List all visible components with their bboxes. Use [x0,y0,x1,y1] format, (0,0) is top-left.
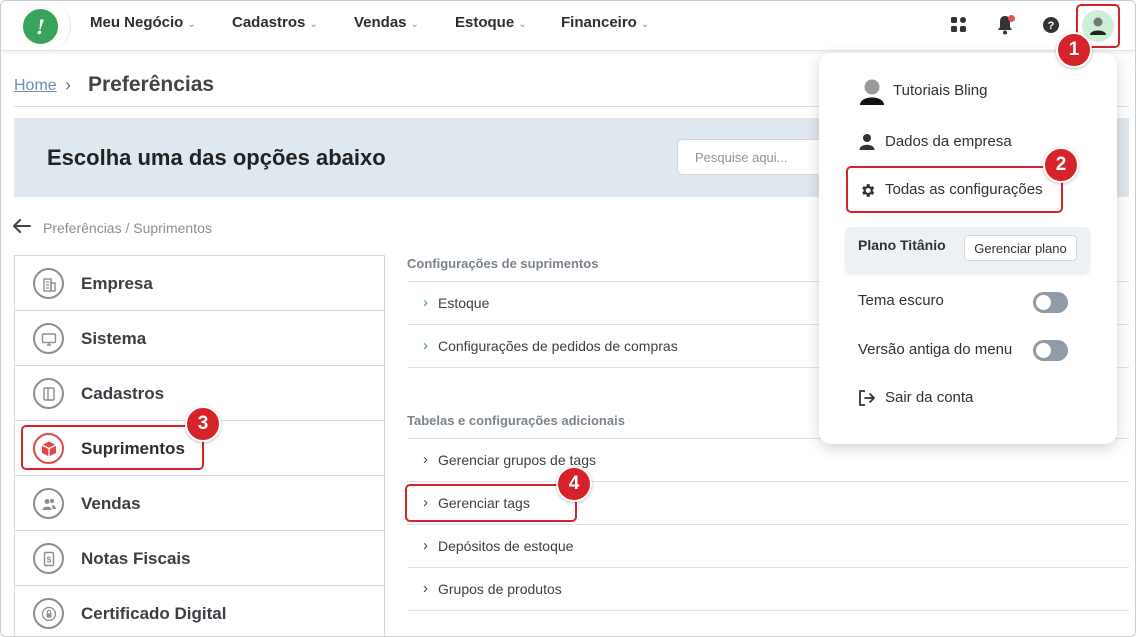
old-menu-toggle[interactable] [1033,340,1068,361]
plan-name: Plano Titânio [858,237,946,253]
section-title-suprimentos: Configurações de suprimentos [407,256,599,271]
notification-bell-icon[interactable] [993,13,1017,37]
top-navigation-bar: ! Meu Negócio ⌄ Cadastros ⌄ Vendas ⌄ Estoqu… [1,1,1135,51]
back-path-label: Preferências / Suprimentos [43,220,212,236]
nav-estoque[interactable]: Estoque ⌄ [455,14,527,31]
menu-item-dados-empresa[interactable]: Dados da empresa [885,133,1012,150]
step-badge-1: 1 [1056,32,1092,68]
dark-theme-toggle[interactable] [1033,292,1068,313]
chevron-down-icon: ⌄ [187,19,196,30]
person-icon [859,133,875,156]
nav-label: Cadastros [232,14,306,31]
bling-logo-icon[interactable]: ! [23,9,58,44]
building-icon [33,268,64,299]
divider [407,610,1129,611]
nav-financeiro[interactable]: Financeiro ⌄ [561,14,649,31]
settings-row-depositos[interactable]: › Depósitos de estoque [407,524,1129,567]
category-label: Vendas [81,494,141,513]
highlight-todas-configuracoes [846,166,1063,213]
category-empresa[interactable]: Empresa [15,256,384,311]
chevron-down-icon: ⌄ [640,19,650,30]
banner-title: Escolha uma das opções abaixo [47,145,386,170]
nav-label: Financeiro [561,14,637,31]
chevron-right-icon: › [423,294,428,311]
section-title-adicionais: Tabelas e configurações adicionais [407,413,625,428]
settings-row-grupos-produtos[interactable]: › Grupos de produtos [407,567,1129,610]
category-label: Cadastros [81,384,165,403]
help-icon[interactable]: ? [1039,13,1063,37]
users-icon [33,488,64,519]
row-label: Depósitos de estoque [438,538,574,554]
breadcrumb-home-link[interactable]: Home [14,77,57,95]
invoice-icon: $ [33,543,64,574]
toggle-knob [1036,343,1051,358]
apps-grid-icon[interactable] [947,13,971,37]
old-menu-label: Versão antiga do menu [858,341,1013,358]
lock-badge-icon [33,598,64,629]
row-label: Grupos de produtos [438,581,562,597]
chevron-down-icon: ⌄ [518,19,527,30]
category-vendas[interactable]: Vendas [15,476,384,531]
svg-text:?: ? [1048,20,1055,32]
highlight-gerenciar-tags [405,484,577,522]
dark-theme-label: Tema escuro [858,292,944,309]
chevron-right-icon: › [423,537,428,554]
manage-plan-button[interactable]: Gerenciar plano [964,235,1077,261]
category-sistema[interactable]: Sistema [15,311,384,366]
step-badge-4: 4 [556,466,592,502]
notification-dot [1008,15,1015,22]
nav-cadastros[interactable]: Cadastros ⌄ [232,14,318,31]
svg-text:$: $ [46,555,51,564]
nav-label: Meu Negócio [90,14,184,31]
user-dropdown-menu: Tutoriais Bling Dados da empresa Todas a… [819,53,1117,444]
highlight-suprimentos [21,425,204,470]
category-label: Sistema [81,329,147,348]
category-certificado-digital[interactable]: Certificado Digital [15,586,384,636]
app-window: ! Meu Negócio ⌄ Cadastros ⌄ Vendas ⌄ Estoqu… [0,0,1136,637]
nav-vendas[interactable]: Vendas ⌄ [354,14,419,31]
plan-box: Plano Titânio Gerenciar plano [845,227,1090,273]
step-badge-2: 2 [1043,147,1079,183]
logo-area: ! [1,1,71,51]
back-arrow-icon[interactable] [13,216,31,239]
category-notas-fiscais[interactable]: $ Notas Fiscais [15,531,384,586]
nav-meu-negocio[interactable]: Meu Negócio ⌄ [90,14,196,31]
nav-label: Estoque [455,14,515,31]
toggle-knob [1036,295,1051,310]
category-label: Notas Fiscais [81,549,191,568]
user-name[interactable]: Tutoriais Bling [893,82,987,99]
nav-label: Vendas [354,14,407,31]
chevron-right-icon: › [423,451,428,468]
row-label: Configurações de pedidos de compras [438,338,678,354]
row-label: Estoque [438,295,490,311]
monitor-icon [33,323,64,354]
chevron-down-icon: ⌄ [410,19,419,30]
page-title: Preferências [88,73,215,96]
category-label: Certificado Digital [81,604,227,623]
step-badge-3: 3 [185,406,221,442]
user-avatar-icon [859,78,885,111]
category-label: Empresa [81,274,153,293]
chevron-right-icon: › [423,337,428,354]
chevron-right-icon: › [423,580,428,597]
logout-icon [858,389,876,412]
book-icon [33,378,64,409]
settings-row-grupos-tags[interactable]: › Gerenciar grupos de tags [407,438,1129,481]
chevron-down-icon: ⌄ [309,19,318,30]
chevron-right-icon: › [65,75,71,95]
menu-item-sair-conta[interactable]: Sair da conta [885,389,973,406]
